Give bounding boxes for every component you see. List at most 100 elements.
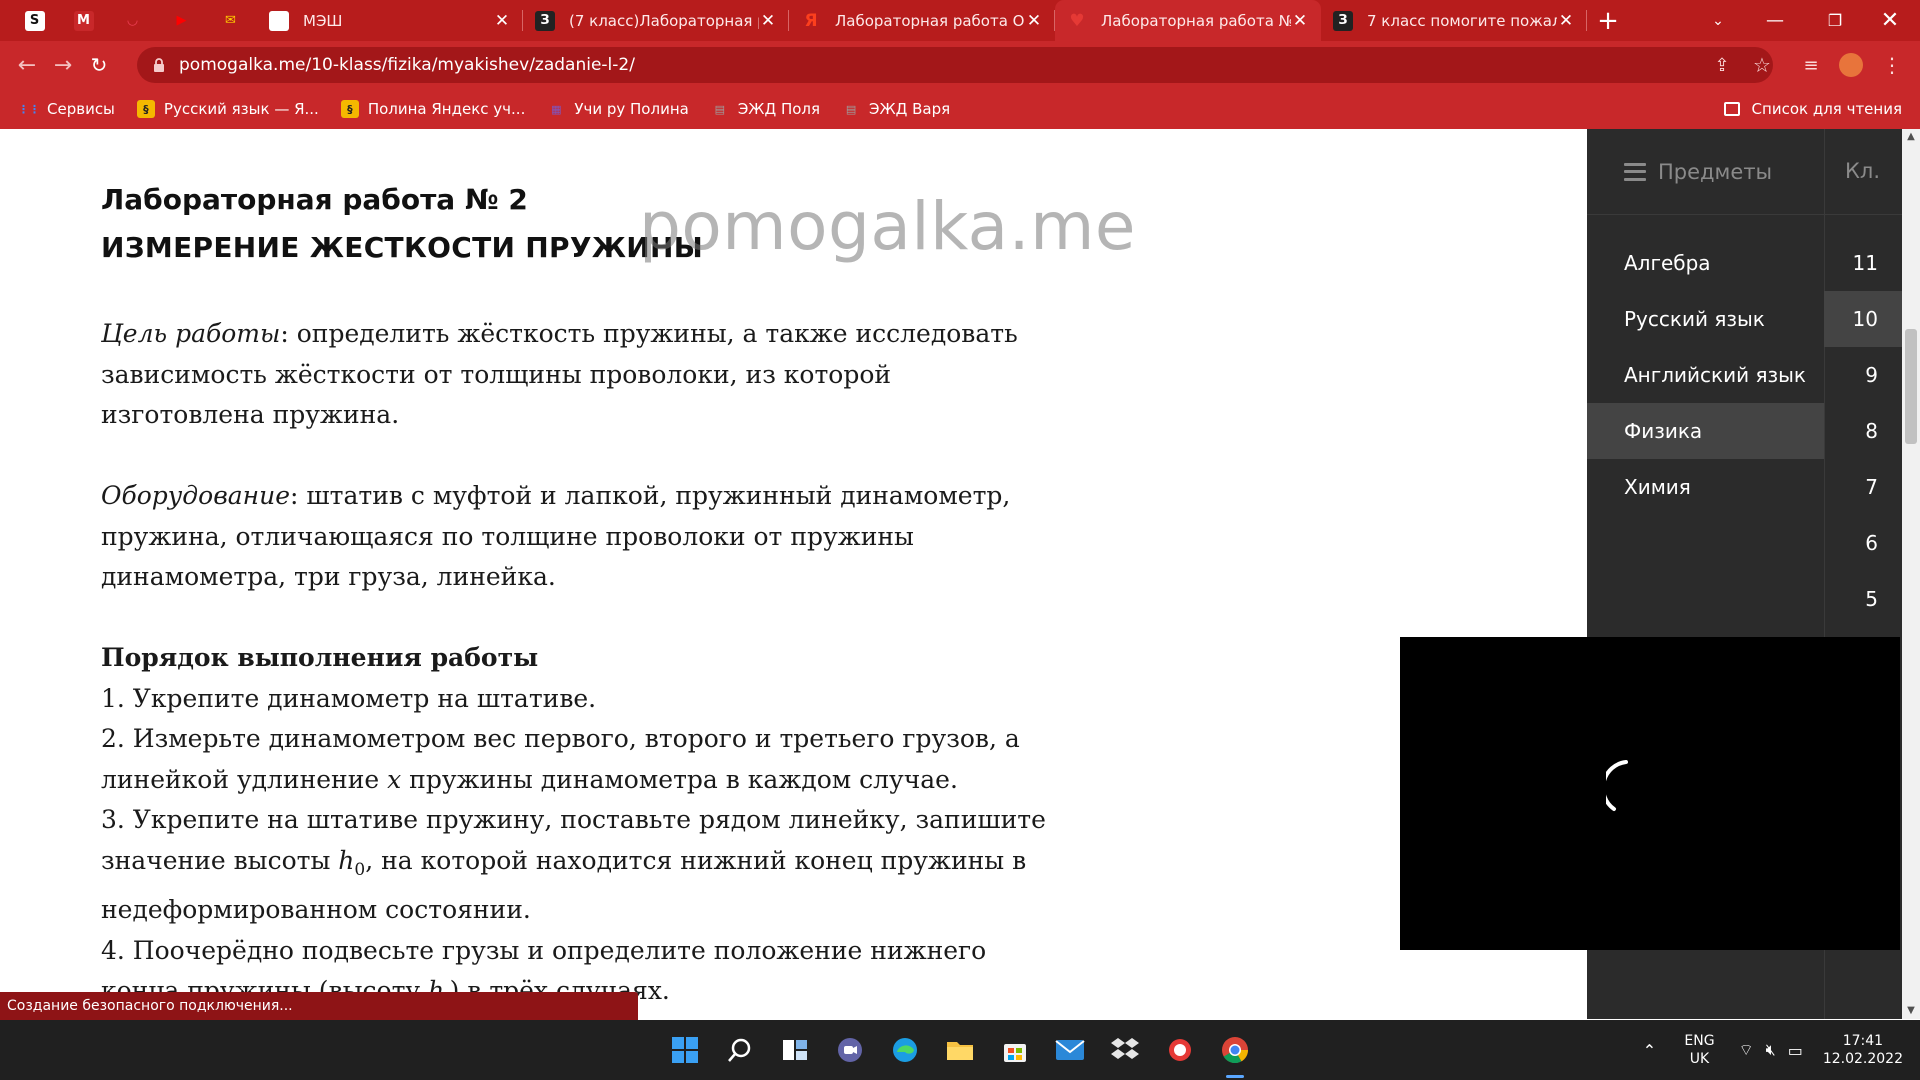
bookmark-s-icon: § [136,100,155,118]
step-2: 2. Измерьте динамометром вес первого, вт… [101,724,1020,794]
new-tab-button[interactable]: + [1587,0,1629,41]
classes-title: Кл. [1845,159,1881,183]
subject-item[interactable]: Физика [1587,403,1824,459]
bookmark-item[interactable]: § Русский язык — Я... [136,100,319,118]
teams-chat-icon[interactable] [835,1035,865,1065]
bookmark-item[interactable]: § Полина Яндекс уч... [340,100,526,118]
browser-menu-icon[interactable]: ⋮ [1880,53,1904,77]
subject-item[interactable]: Алгебра [1587,235,1824,291]
s-logo-icon: S [24,10,45,31]
scroll-up-icon[interactable]: ▲ [1902,129,1920,145]
procedure-section: Порядок выполнения работы 1. Укрепите ди… [101,638,1061,1019]
language-indicator[interactable]: ENG UK [1684,1032,1714,1068]
article-subtitle: ИЗМЕРЕНИЕ ЖЕСТКОСТИ ПРУЖИНЫ [101,231,704,264]
battery-icon[interactable]: ▭ [1788,1041,1803,1060]
tab-close-icon[interactable]: ✕ [493,11,511,31]
tab-title: (7 класс)Лабораторная раб [569,11,759,30]
media-control-icon[interactable]: ≡ [1799,53,1823,77]
search-icon[interactable] [725,1035,755,1065]
pinned-tab[interactable]: M [59,0,108,41]
volume-icon[interactable]: 🔇︎ [1766,1040,1776,1060]
class-item[interactable]: 5 [1824,571,1902,627]
microsoft-store-icon[interactable] [1000,1035,1030,1065]
reload-icon[interactable]: ↻ [81,47,117,83]
subject-item[interactable]: Русский язык [1587,291,1824,347]
goal-paragraph: Цель работы: определить жёсткость пружин… [101,314,1061,436]
active-app-indicator [1226,1075,1244,1078]
browser-tab[interactable]: З 7 класс помогите пожалуй✕ [1321,0,1587,41]
browser-tab[interactable]: Я Лабораторная работа Опр ✕ [789,0,1055,41]
bookmark-label: ЭЖД Варя [869,100,951,118]
dropbox-icon[interactable] [1110,1035,1140,1065]
bookmark-item[interactable]: ▦ Учи ру Полина [547,100,689,118]
close-window-icon[interactable]: ✕ [1860,0,1920,41]
class-item[interactable]: 6 [1824,515,1902,571]
pinned-tab[interactable]: ◡ [108,0,157,41]
pinned-tab[interactable]: S [10,0,59,41]
edge-browser-icon[interactable] [890,1035,920,1065]
tab-search-icon[interactable]: ⌄ [1688,0,1748,41]
browser-tab[interactable]: З (7 класс)Лабораторная раб✕ [523,0,789,41]
subject-item[interactable]: Английский язык [1587,347,1824,403]
scroll-down-icon[interactable]: ▼ [1902,1003,1920,1019]
pinned-tab[interactable]: ▶ [157,0,206,41]
class-item[interactable]: 11 [1824,235,1902,291]
wifi-icon[interactable]: ⌔ [1739,1040,1754,1060]
bookmark-label: Полина Яндекс уч... [367,100,526,118]
forward-icon[interactable]: → [45,47,81,83]
video-player[interactable] [1400,637,1900,950]
windows-start-icon[interactable] [670,1035,700,1065]
browser-tab[interactable]: ♥ Лабораторная работа №2 ✕ [1055,0,1321,41]
subject-item[interactable]: Химия [1587,459,1824,515]
share-icon[interactable]: ⇪ [1710,53,1734,77]
mail-app-icon[interactable] [1055,1035,1085,1065]
scrollbar-thumb[interactable] [1905,329,1917,444]
bookmark-item[interactable]: ▤ ЭЖД Поля [711,100,820,118]
bookmark-label: Сервисы [47,100,115,118]
back-icon[interactable]: ← [9,47,45,83]
bookmark-item[interactable]: ⋮⋮ Сервисы [18,100,115,118]
procedure-heading: Порядок выполнения работы [101,643,539,672]
tab-close-icon[interactable]: ✕ [1291,11,1309,31]
profile-avatar[interactable] [1839,53,1863,77]
class-item[interactable]: 10 [1824,291,1902,347]
tab-title: 7 класс помогите пожалуй [1367,11,1557,30]
class-item[interactable]: 8 [1824,403,1902,459]
tab-strip: SM◡▶✉ МЭШ✕З(7 класс)Лабораторная раб✕ЯЛа… [0,0,1920,41]
minimize-icon[interactable]: — [1745,0,1805,41]
gmail-icon: M [73,10,94,31]
chrome-icon[interactable] [1220,1035,1250,1065]
windows-taskbar [0,1020,1920,1080]
file-explorer-icon[interactable] [945,1035,975,1065]
znanija-icon: З [1333,10,1353,31]
ezhd-icon: ▤ [845,102,857,116]
class-item[interactable]: 9 [1824,347,1902,403]
menu-icon[interactable] [1624,162,1646,181]
ezhd-icon: ▤ [714,102,726,116]
task-view-icon[interactable] [780,1035,810,1065]
pocket-icon: ◡ [127,13,138,28]
app-icon[interactable] [1165,1035,1195,1065]
reading-list-button[interactable]: Список для чтения [1723,89,1902,129]
uchi-ru-icon: ▦ [551,102,562,116]
pinned-tab[interactable]: ✉ [206,0,255,41]
address-bar[interactable]: pomogalka.me/10-klass/fizika/myakishev/z… [137,47,1773,83]
mesh-icon [269,10,289,31]
page-scrollbar[interactable]: ▲ ▼ [1902,129,1920,1019]
system-tray: ⌃ ENG UK ⌔ 🔇︎ ▭ 17:41 12.02.2022 [1634,1020,1920,1080]
mail-icon: ✉ [225,13,236,28]
clock[interactable]: 17:41 12.02.2022 [1823,1032,1903,1068]
browser-tab[interactable]: МЭШ ✕ [257,0,523,41]
tab-close-icon[interactable]: ✕ [1025,11,1043,31]
tab-close-icon[interactable]: ✕ [759,11,777,31]
star-bookmark-icon[interactable]: ☆ [1750,53,1774,77]
class-item[interactable]: 7 [1824,459,1902,515]
show-hidden-icons-icon[interactable]: ⌃ [1634,1041,1664,1060]
apps-grid-icon: ⋮⋮ [18,102,40,116]
site-watermark: pomogalka.me [639,188,1137,265]
bookmark-s-icon: § [340,100,359,118]
step-3: 3. Укрепите на штативе пружину, поставьт… [101,805,1046,924]
restore-icon[interactable]: ❐ [1805,0,1865,41]
tab-close-icon[interactable]: ✕ [1557,11,1575,31]
bookmark-item[interactable]: ▤ ЭЖД Варя [842,100,950,118]
